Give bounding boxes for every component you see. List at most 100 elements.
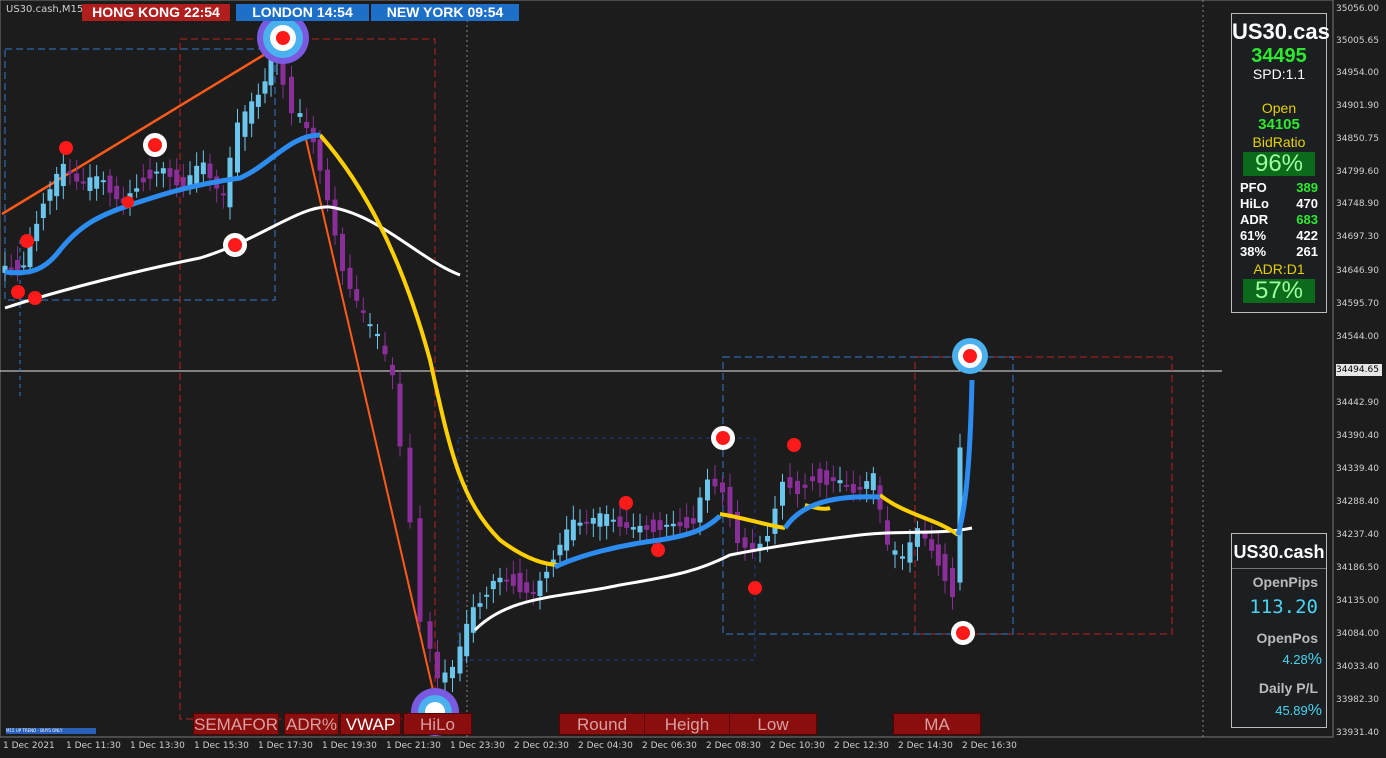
price-tick: 34799.60	[1336, 167, 1379, 177]
open-pos-value: 4.28%	[1282, 651, 1322, 668]
price-tick: 34850.75	[1336, 134, 1379, 144]
candle-body	[900, 556, 905, 559]
stat-row-4: 38% 261	[1240, 244, 1318, 259]
candle-body	[727, 486, 733, 519]
session-clock-1: LONDON 14:54	[236, 4, 369, 21]
candle-body	[87, 177, 93, 191]
candle-body	[810, 476, 815, 482]
adr-d1-label: ADR:D1	[1253, 261, 1305, 277]
indicator-button-round[interactable]: Round	[559, 713, 645, 735]
time-tick: 2 Dec 12:30	[834, 741, 889, 751]
candle-body	[664, 524, 670, 527]
time-tick: 1 Dec 15:30	[194, 741, 249, 751]
panel-symbol: US30.cas	[1232, 19, 1330, 44]
candle-body	[624, 522, 630, 528]
time-tick: 2 Dec 10:30	[770, 741, 825, 751]
panel-spread: SPD:1.1	[1252, 66, 1306, 82]
candle-body	[864, 481, 870, 489]
candle-body	[317, 139, 323, 171]
candle-body	[304, 121, 310, 129]
candle-body	[442, 672, 448, 683]
bid-ratio-label: BidRatio	[1252, 134, 1306, 150]
candle-body	[590, 517, 596, 524]
candle-body	[464, 623, 470, 657]
time-tick: 1 Dec 11:30	[66, 741, 121, 751]
time-tick: 1 Dec 21:30	[386, 741, 441, 751]
candle-body	[8, 267, 14, 270]
indicator-button-ma[interactable]: MA	[893, 713, 981, 735]
panel-price: 34495	[1251, 45, 1307, 67]
time-tick: 2 Dec 04:30	[578, 741, 633, 751]
price-tick: 34595.70	[1336, 299, 1379, 309]
session-clock-0: HONG KONG 22:54	[82, 4, 230, 21]
candle-body	[570, 519, 576, 541]
candle-body	[537, 580, 543, 596]
candle-body	[742, 537, 748, 548]
candle-body	[907, 542, 913, 563]
indicator-button-semafor[interactable]: SEMAFOR	[193, 713, 279, 735]
daily-pl-value: 45.89%	[1275, 702, 1322, 719]
indicator-button-vwap[interactable]: VWAP	[340, 713, 401, 735]
candle-body	[367, 324, 373, 327]
price-tick: 34186.50	[1336, 563, 1379, 573]
candle-body	[194, 165, 200, 185]
candle-body	[457, 646, 463, 674]
indicator-button-adr[interactable]: ADR%	[284, 713, 339, 735]
candle-body	[644, 525, 650, 530]
candle-body	[942, 553, 948, 582]
candle-body	[67, 171, 73, 174]
candle-body	[134, 188, 140, 192]
candle-body	[325, 169, 330, 201]
candle-body	[837, 480, 843, 484]
candle-body	[824, 470, 830, 485]
candle-body	[249, 101, 255, 124]
candle-body	[617, 516, 623, 527]
daily-pl-label: Daily P/L	[1258, 680, 1318, 696]
indicator-button-hilo[interactable]: HiLo	[403, 713, 472, 735]
candle-body	[510, 574, 516, 586]
candle-body	[332, 199, 338, 236]
candle-body	[780, 481, 785, 506]
open-pos-label: OpenPos	[1256, 630, 1318, 646]
candle-body	[227, 157, 233, 208]
indicator-button-heigh[interactable]: Heigh	[644, 713, 730, 735]
candle-body	[524, 582, 530, 593]
price-tick: 34748.90	[1336, 199, 1379, 209]
candle-body	[577, 522, 583, 526]
candle-body	[564, 529, 570, 551]
candle-body	[477, 603, 483, 607]
candle-body	[417, 518, 423, 622]
candle-body	[450, 666, 455, 679]
candle-body	[610, 519, 616, 522]
candle-body	[47, 189, 53, 201]
candle-body	[705, 479, 710, 501]
candle-body	[772, 508, 778, 534]
candle-body	[297, 113, 303, 117]
candle-body	[817, 468, 823, 483]
candle-body	[54, 173, 60, 197]
time-tick: 2 Dec 06:30	[642, 741, 697, 751]
indicator-button-low[interactable]: Low	[729, 713, 817, 735]
candle-body	[397, 383, 403, 447]
time-tick: 2 Dec 02:30	[514, 741, 569, 751]
candle-body	[765, 535, 770, 542]
candle-body	[504, 579, 510, 582]
time-tick: 1 Dec 23:30	[450, 741, 505, 751]
stat-row-1: HiLo 470	[1240, 196, 1318, 211]
price-tick: 34442.90	[1336, 398, 1379, 408]
symbol-info-panel: US30.cas 34495 SPD:1.1 Open 34105 BidRat…	[1231, 13, 1330, 313]
price-tick: 34901.90	[1336, 101, 1379, 111]
stat-row-0: PFO 389	[1240, 180, 1318, 195]
time-tick: 2 Dec 16:30	[962, 741, 1017, 751]
candle-body	[712, 478, 718, 487]
time-tick: 1 Dec 19:30	[322, 741, 377, 751]
price-tick: 35005.65	[1336, 36, 1379, 46]
candle-body	[154, 171, 160, 174]
time-tick: 1 Dec 2021	[3, 741, 55, 751]
candle-body	[200, 162, 206, 175]
chart-title: US30.cash,M15	[6, 4, 84, 15]
price-chart[interactable]	[0, 0, 1386, 758]
price-tick: 34697.30	[1336, 232, 1379, 242]
candle-body	[390, 364, 395, 376]
stat-row-3: 61% 422	[1240, 228, 1318, 243]
